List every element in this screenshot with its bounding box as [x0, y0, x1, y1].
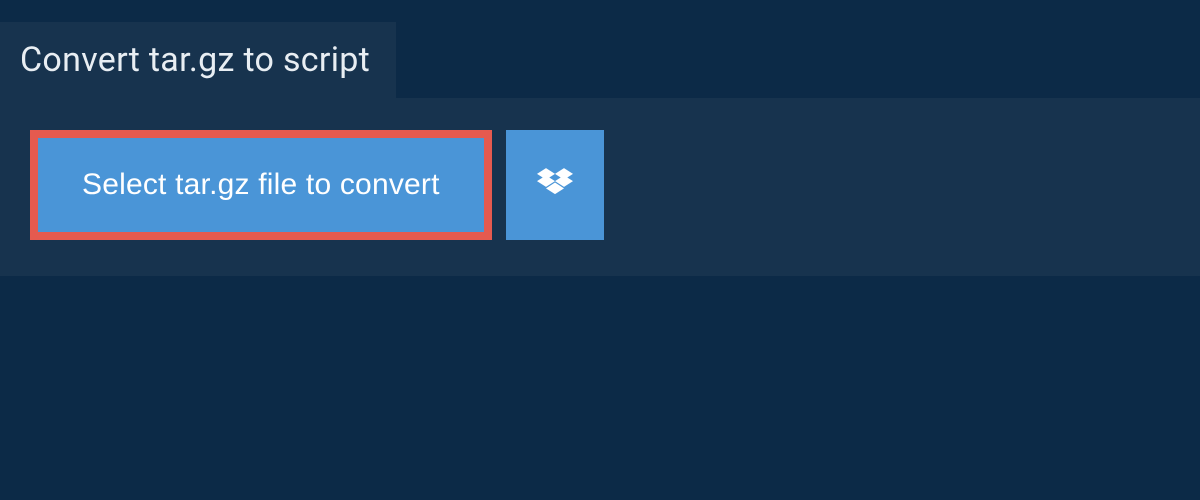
- upload-panel: Select tar.gz file to convert: [0, 98, 1200, 276]
- dropbox-icon: [537, 168, 573, 203]
- select-file-button[interactable]: Select tar.gz file to convert: [30, 130, 492, 240]
- select-file-label: Select tar.gz file to convert: [82, 168, 440, 202]
- button-row: Select tar.gz file to convert: [30, 130, 1170, 240]
- header-tab: Convert tar.gz to script: [0, 22, 396, 98]
- dropbox-button[interactable]: [506, 130, 604, 240]
- page-title: Convert tar.gz to script: [20, 40, 370, 80]
